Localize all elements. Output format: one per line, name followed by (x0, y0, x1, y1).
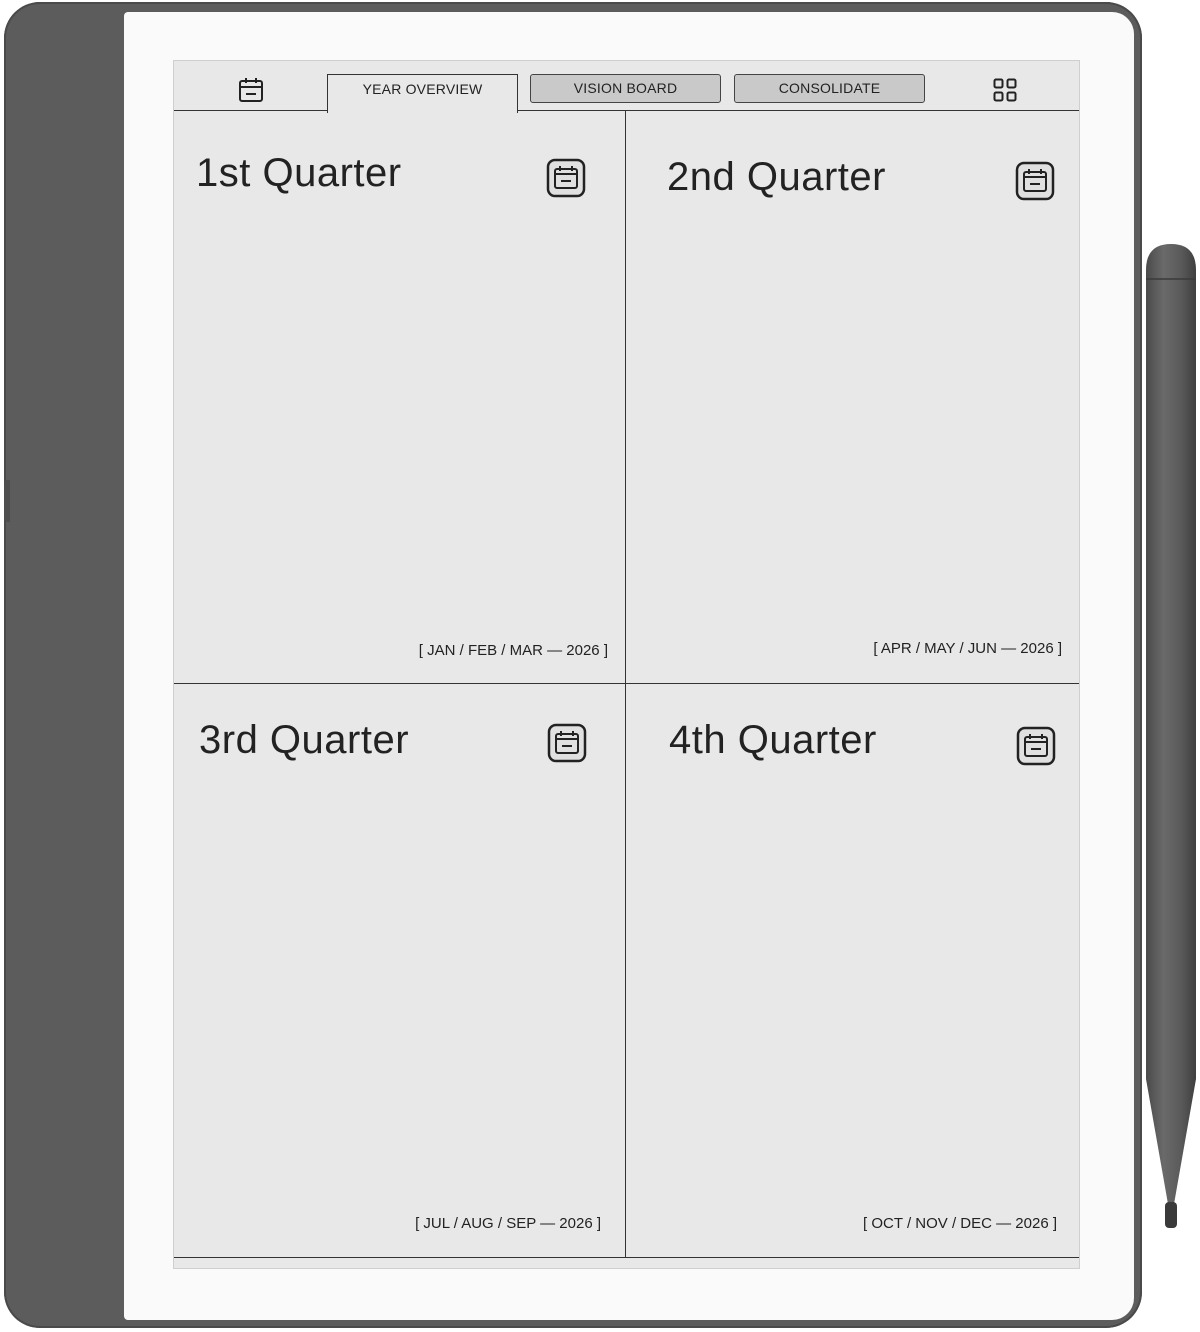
grid-icon[interactable] (993, 78, 1017, 102)
calendar-icon[interactable] (547, 723, 587, 763)
tab-year-overview[interactable]: YEAR OVERVIEW (327, 74, 518, 113)
quarter-panel-2[interactable]: 2nd Quarter [ APR / MAY / JUN — 2026 ] (626, 111, 1079, 684)
quarter-panel-1[interactable]: 1st Quarter [ JAN / FEB / MAR — 2026 ] (174, 111, 626, 684)
quarter-date-range: [ APR / MAY / JUN — 2026 ] (873, 640, 1062, 657)
quarter-title: 2nd Quarter (667, 155, 886, 199)
quarter-date-range: [ JAN / FEB / MAR — 2026 ] (418, 642, 608, 659)
calendar-icon[interactable] (1016, 726, 1056, 766)
quarter-date-range: [ OCT / NOV / DEC — 2026 ] (863, 1215, 1057, 1232)
planner-screen: YEAR OVERVIEW VISION BOARD CONSOLIDATE 1… (174, 61, 1079, 1268)
quarter-panel-4[interactable]: 4th Quarter [ OCT / NOV / DEC — 2026 ] (626, 684, 1079, 1258)
quarter-title: 3rd Quarter (199, 718, 410, 762)
quarter-panel-3[interactable]: 3rd Quarter [ JUL / AUG / SEP — 2026 ] (174, 684, 626, 1258)
calendar-icon[interactable] (546, 158, 586, 198)
stylus-pen (1144, 244, 1198, 1234)
quarter-title: 1st Quarter (196, 151, 402, 195)
tab-vision-board[interactable]: VISION BOARD (530, 74, 721, 103)
device-side-button (4, 480, 10, 522)
calendar-icon[interactable] (238, 77, 264, 103)
tab-consolidate[interactable]: CONSOLIDATE (734, 74, 925, 103)
tab-bar: YEAR OVERVIEW VISION BOARD CONSOLIDATE (174, 61, 1079, 113)
quarter-title: 4th Quarter (669, 718, 877, 762)
calendar-icon[interactable] (1015, 161, 1055, 201)
quarter-date-range: [ JUL / AUG / SEP — 2026 ] (415, 1215, 601, 1232)
